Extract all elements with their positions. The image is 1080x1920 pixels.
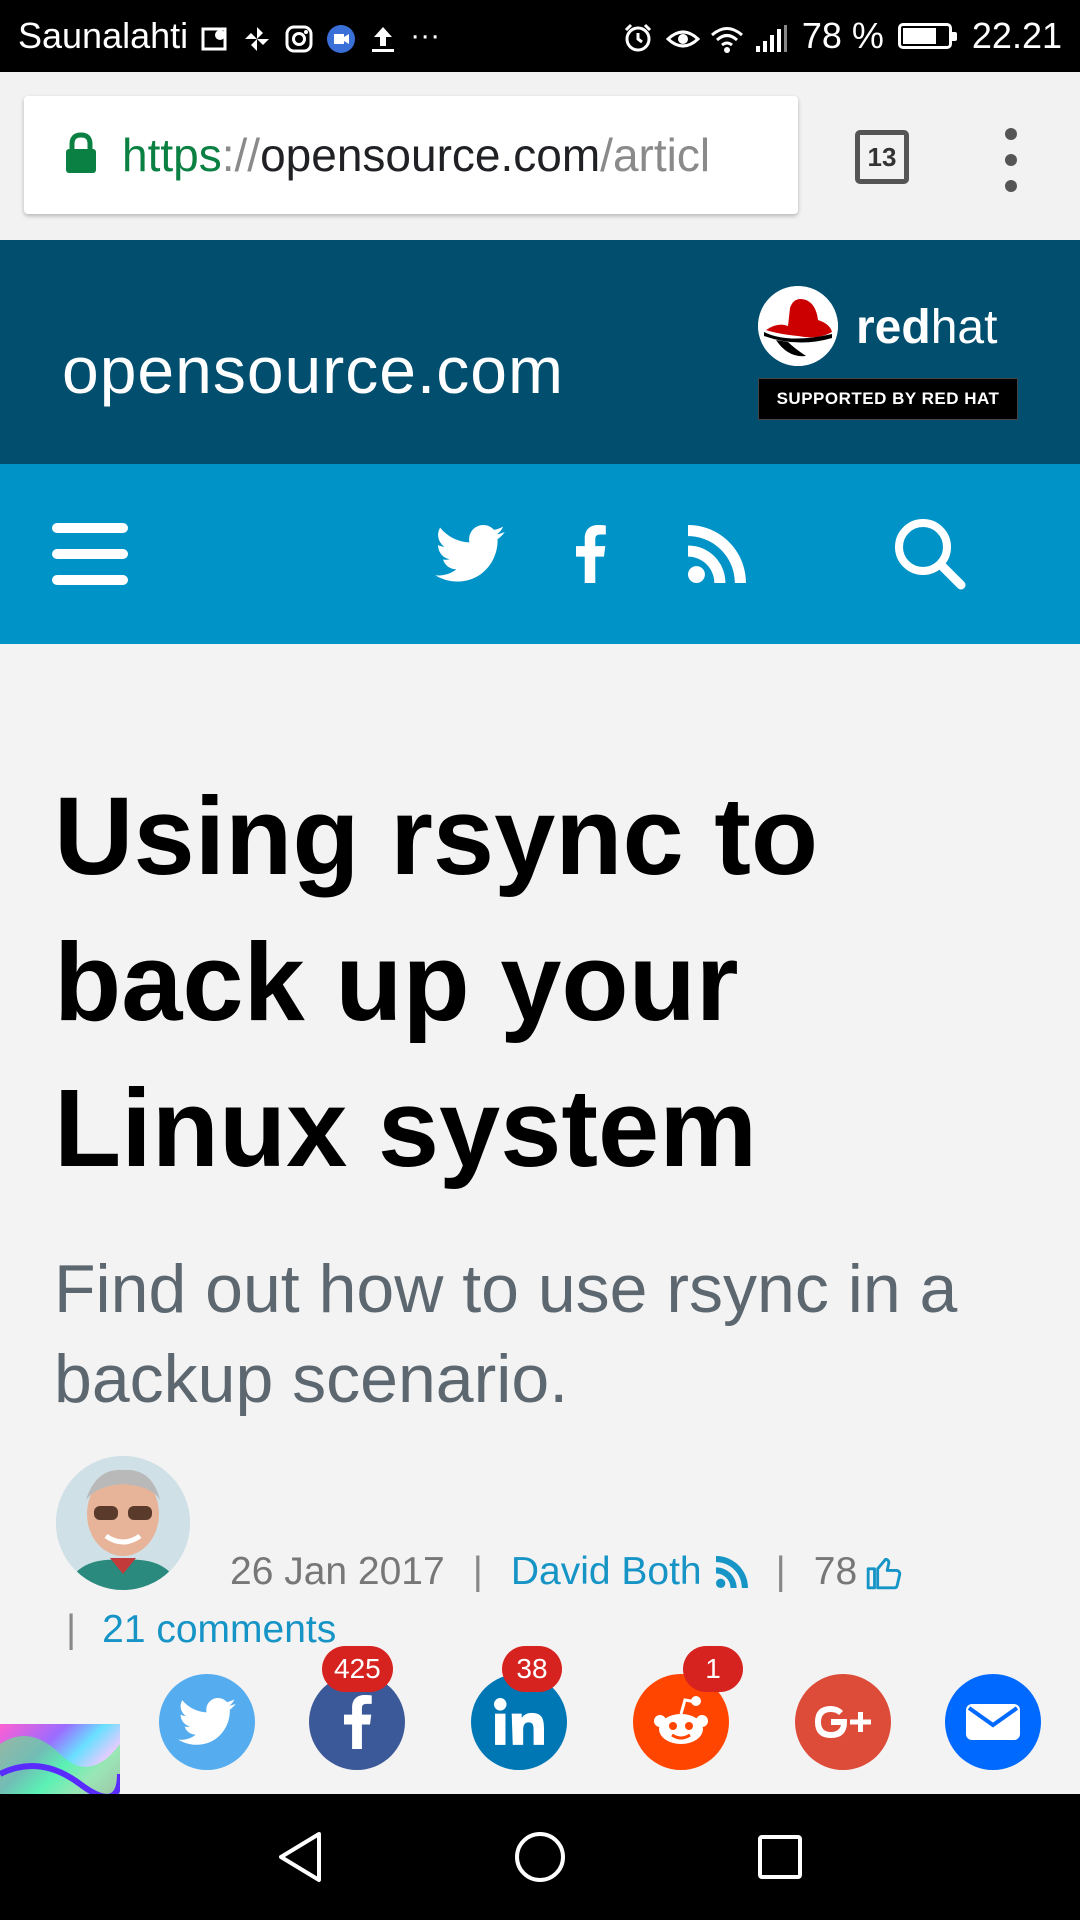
article-header: Using rsync to back up your Linux system… xyxy=(0,644,1080,1794)
site-logo[interactable]: opensource.com xyxy=(62,332,564,408)
browser-menu-button[interactable] xyxy=(995,128,1027,192)
browser-toolbar: https://opensource.com/articl 13 xyxy=(0,72,1080,240)
ad-thumbnail[interactable] xyxy=(0,1724,120,1796)
author-avatar[interactable] xyxy=(56,1456,190,1590)
clock: 22.21 xyxy=(971,15,1062,56)
article-meta-line2: | 21 comments xyxy=(66,1608,337,1652)
twitter-icon xyxy=(435,525,505,582)
signal-icon xyxy=(754,21,788,52)
recents-button[interactable] xyxy=(720,1794,840,1920)
search-button[interactable] xyxy=(880,464,980,644)
site-header: opensource.com redhat SUPPORTED BY RED H… xyxy=(0,240,1080,464)
article-subtitle: Find out how to use rsync in a backup sc… xyxy=(54,1251,958,1417)
email-icon xyxy=(966,1704,1020,1740)
rss-link[interactable] xyxy=(672,464,762,644)
pinwheel-icon xyxy=(242,21,272,51)
video-call-icon xyxy=(326,21,356,53)
article-title: Using rsync to back up your Linux system xyxy=(54,775,819,1190)
facebook-icon xyxy=(343,1695,372,1749)
site-nav xyxy=(0,464,1080,644)
hamburger-menu-button[interactable] xyxy=(40,464,140,644)
twitter-icon xyxy=(178,1698,236,1745)
author-rss-icon[interactable] xyxy=(715,1556,748,1588)
twitter-link[interactable] xyxy=(420,464,520,644)
instagram-icon xyxy=(284,21,314,53)
rss-icon xyxy=(688,525,746,583)
google-plus-icon xyxy=(815,1706,871,1738)
eye-icon xyxy=(665,21,701,51)
reddit-icon xyxy=(654,1696,708,1744)
url-text: https://opensource.com/articl xyxy=(122,129,711,181)
author-link[interactable]: David Both xyxy=(511,1550,702,1594)
like-count: 78 xyxy=(813,1550,858,1593)
hamburger-icon xyxy=(52,523,128,585)
status-bar: Saunalahti ··· 78 % 22.21 xyxy=(0,0,1080,72)
comments-link[interactable]: 21 comments xyxy=(102,1608,336,1652)
address-bar[interactable]: https://opensource.com/articl xyxy=(24,96,798,214)
linkedin-icon xyxy=(494,1698,544,1745)
share-email-button[interactable] xyxy=(945,1674,1041,1770)
publish-date: 26 Jan 2017 xyxy=(230,1550,445,1593)
more-notifications-icon: ··· xyxy=(410,19,441,52)
map-pin-icon xyxy=(200,21,230,51)
system-navigation-bar xyxy=(0,1794,1080,1920)
carrier-name: Saunalahti xyxy=(18,15,189,56)
alarm-icon xyxy=(622,21,652,52)
search-icon xyxy=(895,519,966,590)
share-twitter-button[interactable] xyxy=(159,1674,255,1770)
sponsor-logo[interactable]: redhat SUPPORTED BY RED HAT xyxy=(758,286,1018,426)
upload-icon xyxy=(368,21,398,52)
redhat-shadowman-icon xyxy=(758,286,838,366)
share-googleplus-button[interactable] xyxy=(795,1674,891,1770)
recents-icon xyxy=(758,1835,802,1879)
facebook-icon xyxy=(576,525,606,583)
article-meta: 26 Jan 2017 | David Both | 78 xyxy=(230,1550,903,1594)
reddit-share-count: 1 xyxy=(683,1646,743,1692)
wifi-icon xyxy=(710,21,743,53)
sponsor-tagline: SUPPORTED BY RED HAT xyxy=(758,378,1018,420)
back-button[interactable] xyxy=(240,1794,360,1920)
facebook-link[interactable] xyxy=(545,464,635,644)
tab-switcher-button[interactable]: 13 xyxy=(855,130,909,184)
facebook-share-count: 425 xyxy=(322,1646,393,1692)
lock-icon xyxy=(64,131,98,179)
battery-percent: 78 % xyxy=(801,15,884,56)
thumbs-up-icon[interactable] xyxy=(865,1553,903,1591)
back-icon xyxy=(279,1832,321,1882)
linkedin-share-count: 38 xyxy=(502,1646,562,1692)
battery-icon xyxy=(897,23,957,49)
home-button[interactable] xyxy=(480,1794,600,1920)
home-icon xyxy=(515,1832,565,1882)
sponsor-wordmark: redhat xyxy=(856,301,998,354)
